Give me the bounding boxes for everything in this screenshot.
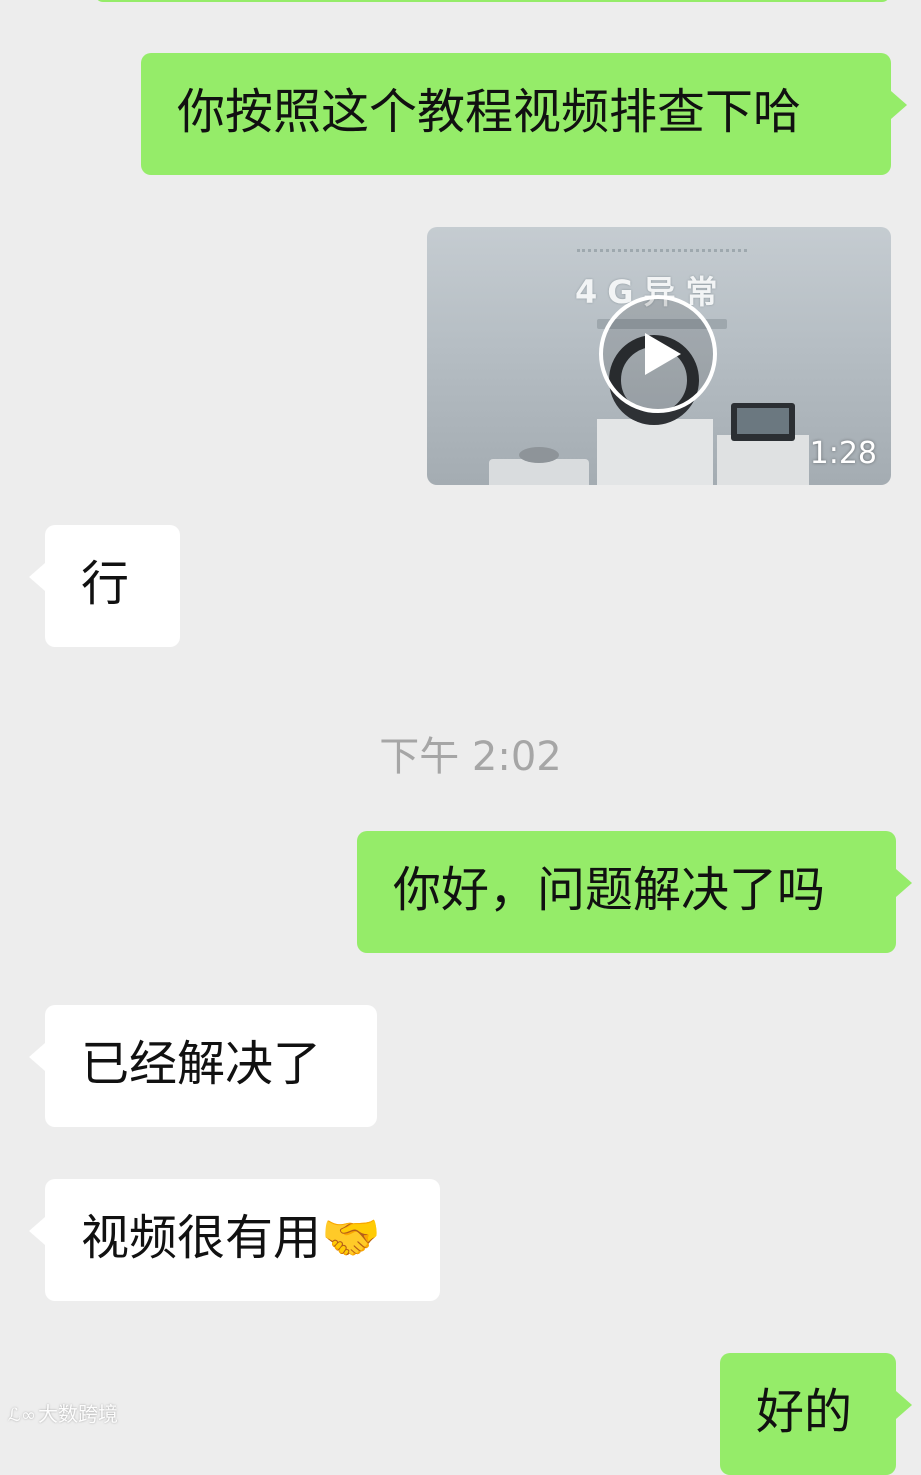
video-message-thumbnail[interactable]: 4G异常 1:28 [427,227,891,485]
tablet-screen-image [737,408,789,434]
video-caption-line [577,249,747,262]
message-text: 你好，问题解决了吗 [393,862,826,918]
message-text: 好的 [756,1384,853,1440]
message-bubble-outgoing-question[interactable]: 你好，问题解决了吗 [357,831,912,953]
message-text: 视频很有用🤝 [81,1210,381,1266]
watermark-text: 大数跨境 [37,1402,118,1426]
bubble-tail [29,1043,45,1071]
message-bubble-outgoing-ok[interactable]: 好的 [720,1353,912,1475]
video-duration: 1:28 [809,436,877,471]
video-scene-pedestal [717,435,809,485]
bubble-tail [29,563,45,591]
message-bubble-incoming-useful[interactable]: 视频很有用🤝 [29,1179,440,1301]
message-text: 你按照这个教程视频排查下哈 [177,84,802,140]
bubble-tail [29,1217,45,1245]
watermark: ℒ∞ 大数跨境 [8,1398,118,1427]
previous-message-bubble-edge [95,0,890,2]
bubble-tail [896,1391,912,1419]
bubble-tail [896,869,912,897]
message-text: 已经解决了 [81,1036,322,1092]
message-bubble-outgoing-tutorial[interactable]: 你按照这个教程视频排查下哈 [141,53,907,175]
video-scene-pedestal [597,419,713,485]
play-icon [645,333,681,375]
message-bubble-incoming-solved[interactable]: 已经解决了 [29,1005,377,1127]
bubble-tail [891,91,907,119]
message-text: 行 [81,556,130,612]
watermark-logo-icon: ℒ∞ [8,1405,36,1426]
chat-timestamp: 下午 2:02 [379,734,562,780]
message-bubble-incoming-ok[interactable]: 行 [29,525,180,647]
video-scene-device [519,447,559,463]
